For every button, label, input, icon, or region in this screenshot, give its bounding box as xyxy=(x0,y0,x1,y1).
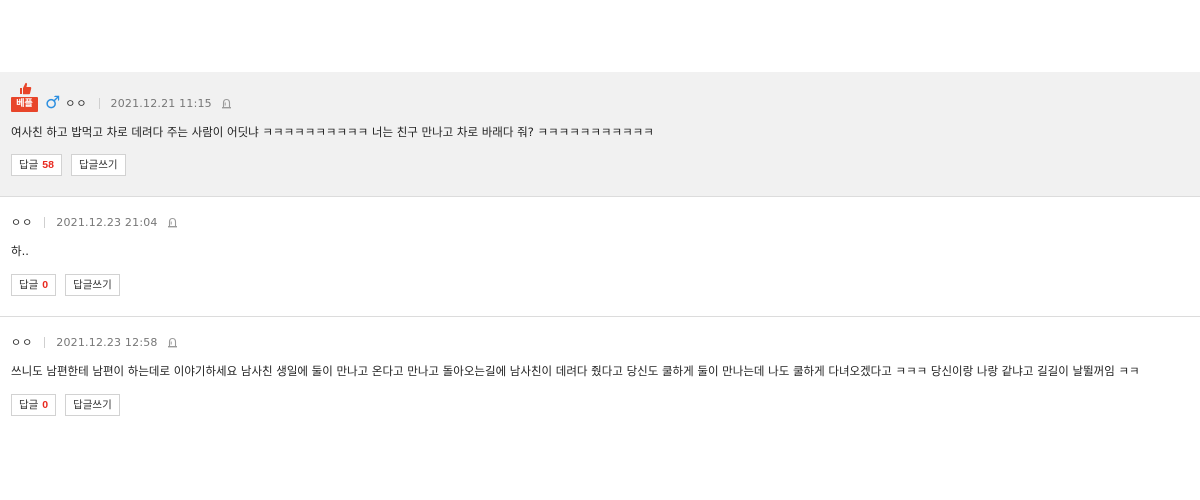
reply-label: 답글 xyxy=(19,399,39,411)
comment-actions: 답글 0 답글쓰기 xyxy=(11,274,129,296)
best-badge: 베플 xyxy=(11,82,38,112)
reply-count: 58 xyxy=(42,159,54,171)
comment-actions: 답글 58 답글쓰기 xyxy=(11,154,135,176)
write-reply-button[interactable]: 답글쓰기 xyxy=(65,274,120,296)
male-icon: ♂ xyxy=(45,92,61,113)
comment-date: 2021.12.23 12:58 xyxy=(56,335,158,349)
report-siren-icon[interactable] xyxy=(221,98,232,109)
report-siren-icon[interactable] xyxy=(167,337,178,348)
comment-date: 2021.12.23 21:04 xyxy=(56,215,158,229)
divider xyxy=(44,336,46,348)
reply-count: 0 xyxy=(42,279,49,291)
write-reply-button[interactable]: 답글쓰기 xyxy=(65,394,120,416)
comment-text: 하.. xyxy=(11,244,29,258)
best-label: 베플 xyxy=(11,97,38,112)
comment-meta: 베플 ♂ ㅇㅇ 2021.12.21 11:15 xyxy=(11,82,232,113)
author-nickname[interactable]: ㅇㅇ xyxy=(65,95,87,111)
reply-count-button[interactable]: 답글 0 xyxy=(11,274,57,296)
reply-label: 답글 xyxy=(19,159,39,171)
comment-date: 2021.12.21 11:15 xyxy=(110,96,212,110)
divider xyxy=(98,97,100,109)
comment-meta: ㅇㅇ 2021.12.23 21:04 xyxy=(11,214,178,230)
comment-text: 여사친 하고 밥먹고 차로 데려다 주는 사람이 어딧냐 ㅋㅋㅋㅋㅋㅋㅋㅋㅋㅋ … xyxy=(11,125,654,139)
author-nickname[interactable]: ㅇㅇ xyxy=(11,334,33,350)
reply-count-button[interactable]: 답글 0 xyxy=(11,394,57,416)
author-nickname[interactable]: ㅇㅇ xyxy=(11,214,33,230)
report-siren-icon[interactable] xyxy=(167,217,178,228)
comment-item: ㅇㅇ 2021.12.23 21:04 하.. 답글 0 답글쓰기 xyxy=(0,197,1200,317)
divider xyxy=(44,216,46,228)
reply-count-button[interactable]: 답글 58 xyxy=(11,154,62,176)
reply-label: 답글 xyxy=(19,279,39,291)
reply-count: 0 xyxy=(42,399,49,411)
comment-item-best: 베플 ♂ ㅇㅇ 2021.12.21 11:15 여사친 하고 밥먹고 차로 데… xyxy=(0,72,1200,197)
comment-item: ㅇㅇ 2021.12.23 12:58 쓰니도 남편한테 남편이 하는데로 이야… xyxy=(0,317,1200,432)
write-reply-button[interactable]: 답글쓰기 xyxy=(70,154,126,176)
comment-actions: 답글 0 답글쓰기 xyxy=(11,394,129,416)
thumbs-up-icon xyxy=(20,82,32,95)
comment-text: 쓰니도 남편한테 남편이 하는데로 이야기하세요 남사친 생일에 둘이 만나고 … xyxy=(11,364,1140,378)
comment-meta: ㅇㅇ 2021.12.23 12:58 xyxy=(11,334,178,350)
